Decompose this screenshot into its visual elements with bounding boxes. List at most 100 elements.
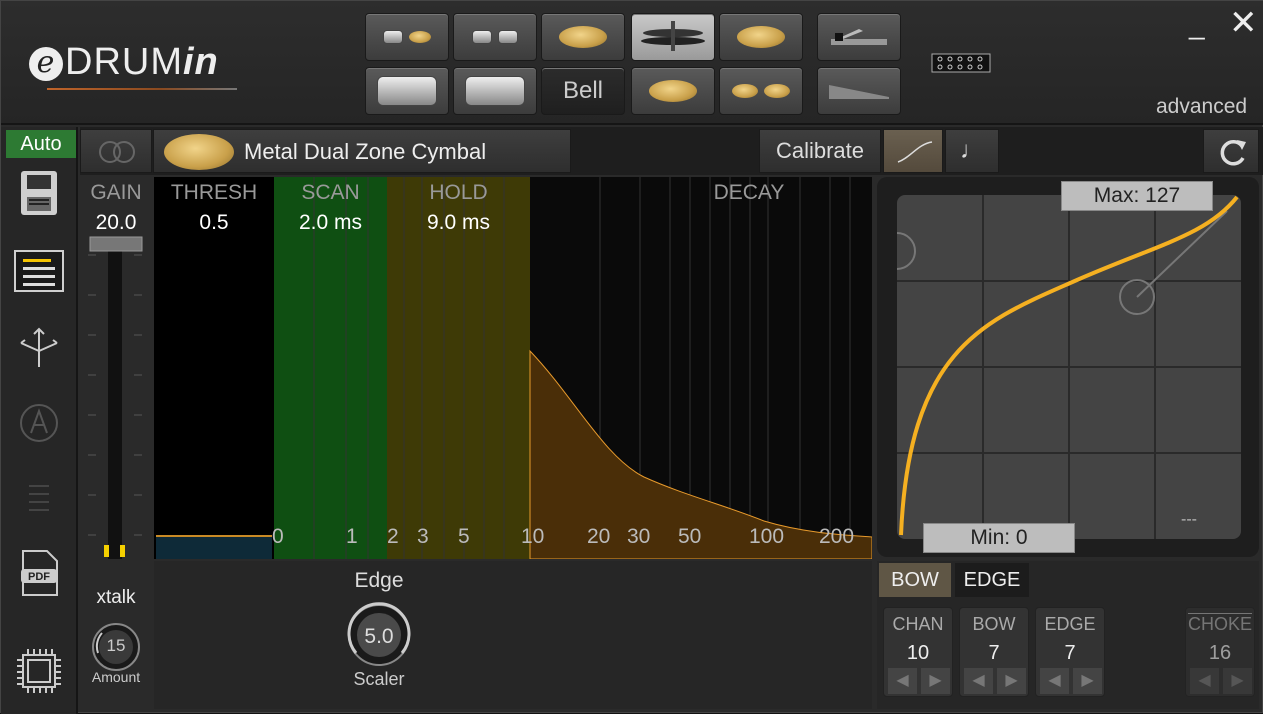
gain-slider[interactable] <box>80 235 152 565</box>
refresh-icon <box>1220 140 1246 166</box>
pad-button-bell[interactable]: Bell <box>541 67 625 115</box>
midi-edge-label: EDGE <box>1044 614 1096 634</box>
pdf-icon[interactable]: PDF <box>13 547 65 599</box>
pedal-icon <box>831 29 887 45</box>
curve-icon <box>897 141 933 163</box>
increment-arrow-icon[interactable]: ▶ <box>921 668 950 694</box>
pad-type-selector[interactable]: Metal Dual Zone Cymbal <box>153 129 571 173</box>
midi-choke-box: CHOKE 16 ◀ ▶ <box>1185 607 1255 697</box>
minimize-icon[interactable]: _ <box>1189 9 1205 41</box>
header-bar: e DRUMin Bell _ ✕ advanced <box>1 1 1263 125</box>
time-tick: 50 <box>678 525 702 548</box>
time-tick: 5 <box>458 525 470 548</box>
curve-view-button[interactable] <box>883 129 943 173</box>
cymbal-icon <box>737 26 785 48</box>
cymbal-icon <box>649 80 697 102</box>
thresh-label: THRESH <box>170 181 258 204</box>
increment-arrow-icon[interactable]: ▶ <box>1223 668 1252 694</box>
midi-bow-note-box: BOW 7 ◀ ▶ <box>959 607 1029 697</box>
midi-bow-label: BOW <box>972 614 1016 634</box>
decrement-arrow-icon[interactable]: ◀ <box>964 668 993 694</box>
drum-icon <box>472 30 492 44</box>
pad-button-tom-pair-2[interactable] <box>453 13 537 61</box>
increment-arrow-icon[interactable]: ▶ <box>1073 668 1102 694</box>
pad-button-cymbal-2[interactable] <box>719 13 803 61</box>
time-tick: 200 <box>819 525 855 548</box>
list-disabled-icon[interactable] <box>13 473 65 525</box>
time-tick: 3 <box>417 525 429 548</box>
curve-control-point-left[interactable] <box>897 232 916 270</box>
pad-button-snare[interactable] <box>365 67 449 115</box>
pad-button-hihat[interactable] <box>631 13 715 61</box>
routing-arrows-icon[interactable] <box>13 321 65 373</box>
time-tick: 20 <box>587 525 611 548</box>
increment-arrow-icon[interactable]: ▶ <box>997 668 1026 694</box>
cymbal-icon <box>732 84 758 98</box>
gain-column: GAIN 20.0 xtalk 15 Amount <box>80 177 152 707</box>
curve-corner-label: --- <box>1181 511 1197 528</box>
cymbal-icon <box>409 31 431 43</box>
svg-text:PDF: PDF <box>28 571 50 583</box>
pad-button-pedal-ramp[interactable] <box>817 67 901 115</box>
midi-choke-value: 16 <box>1208 642 1232 664</box>
edge-knob-value: 5.0 <box>364 625 394 648</box>
drum-icon <box>383 30 403 44</box>
scan-label: SCAN <box>301 181 360 204</box>
calibrate-button[interactable]: Calibrate <box>759 129 881 173</box>
pad-button-tom-pair-1[interactable] <box>365 13 449 61</box>
chip-icon[interactable] <box>13 645 65 697</box>
thresh-value[interactable]: 0.5 <box>164 211 264 235</box>
tab-bow[interactable]: BOW <box>879 563 951 597</box>
decrement-arrow-icon[interactable]: ◀ <box>1040 668 1069 694</box>
gain-label: GAIN <box>90 181 142 204</box>
curve-min-pill[interactable]: Min: 0 <box>923 523 1075 553</box>
curve-max-pill[interactable]: Max: 127 <box>1061 181 1213 211</box>
hold-value[interactable]: 9.0 ms <box>387 211 530 235</box>
pad-button-cymbal-1[interactable] <box>541 13 625 61</box>
midi-channel-value: 10 <box>906 642 930 664</box>
velocity-curve-graph[interactable]: --- <box>897 195 1241 539</box>
pad-button-pedal[interactable] <box>817 13 901 61</box>
time-tick: 2 <box>387 525 399 548</box>
save-icon[interactable] <box>13 167 65 219</box>
link-rings-icon <box>99 141 135 163</box>
tom-icon <box>465 76 525 106</box>
pad-button-tom[interactable] <box>453 67 537 115</box>
midi-edge-note-box: EDGE 7 ◀ ▶ <box>1035 607 1105 697</box>
midi-channel-label: CHAN <box>892 614 944 634</box>
hihat-icon <box>641 21 705 51</box>
zone-settings-panel: Edge 5.0 Scaler <box>154 561 872 709</box>
settings-list-icon[interactable] <box>13 245 65 297</box>
time-tick: 0 <box>272 525 284 548</box>
logo-e: e <box>29 47 63 81</box>
time-tick: 30 <box>627 525 651 548</box>
curve-plot <box>897 195 1241 539</box>
advanced-mode-link[interactable]: advanced <box>1156 95 1247 119</box>
midi-edge-value: 7 <box>1064 642 1076 664</box>
decrement-arrow-icon[interactable]: ◀ <box>1190 668 1219 694</box>
pedal-ramp-icon <box>829 85 889 99</box>
app-window: e DRUMin Bell _ ✕ advanced Auto PDF Meta… <box>0 0 1263 714</box>
midi-bow-value: 7 <box>988 642 1000 664</box>
pad-type-name: Metal Dual Zone Cymbal <box>244 139 487 164</box>
zone-midi-panel: BOW EDGE CHAN 10 ◀ ▶ BOW 7 ◀ ▶ EDGE 7 ◀ ▶ C… <box>877 561 1259 709</box>
cymbal-icon <box>764 84 790 98</box>
decrement-arrow-icon[interactable]: ◀ <box>888 668 917 694</box>
scan-value[interactable]: 2.0 ms <box>274 211 387 235</box>
pad-button-cymbal-3[interactable] <box>631 67 715 115</box>
trigger-waveform-display[interactable]: THRESH 0.5 SCAN 2.0 ms HOLD 9.0 ms DECAY… <box>154 177 872 559</box>
edge-knob-title: Edge <box>354 569 404 592</box>
note-view-button[interactable]: ♩ <box>945 129 999 173</box>
logo-in: in <box>182 41 219 83</box>
refresh-button[interactable] <box>1203 129 1259 173</box>
time-tick: 100 <box>749 525 785 548</box>
hold-label: HOLD <box>429 181 488 204</box>
close-icon[interactable]: ✕ <box>1229 3 1258 43</box>
auto-adjust-icon[interactable] <box>13 397 65 449</box>
tab-edge[interactable]: EDGE <box>955 563 1029 597</box>
link-zones-button[interactable] <box>80 129 152 173</box>
snare-icon <box>377 76 437 106</box>
drum-icon <box>498 30 518 44</box>
pad-button-cymbal-pair[interactable] <box>719 67 803 115</box>
auto-button[interactable]: Auto <box>6 130 76 158</box>
